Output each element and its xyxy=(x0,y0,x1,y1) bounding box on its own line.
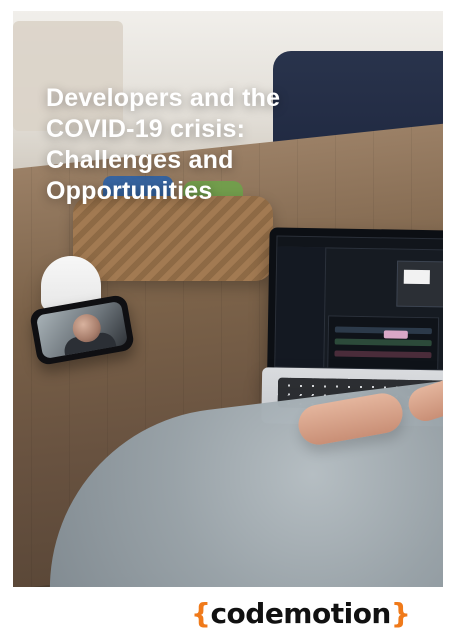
cover-image: Developers and the COVID-19 crisis: Chal… xyxy=(13,11,443,587)
phone-screen xyxy=(35,300,129,360)
cover-title-line-4: Opportunities xyxy=(46,177,213,205)
logo-wordmark: codemotion xyxy=(210,596,391,630)
editor-preview-box xyxy=(403,269,430,285)
cover-title-line-2: COVID-19 crisis: xyxy=(46,115,246,143)
timeline-track xyxy=(334,350,432,359)
cover-title-line-1: Developers and the xyxy=(46,84,281,112)
wicker-basket xyxy=(73,196,273,281)
editor-timeline xyxy=(327,315,440,371)
laptop-screen xyxy=(274,235,443,371)
timeline-track xyxy=(334,338,432,347)
logo-left-brace: { xyxy=(191,596,211,630)
cover-title: Developers and the COVID-19 crisis: Chal… xyxy=(46,83,406,207)
editor-preview xyxy=(396,260,443,308)
codemotion-logo: { codemotion } xyxy=(191,596,411,630)
timeline-clip xyxy=(383,330,408,339)
editor-left-panel xyxy=(275,246,327,368)
laptop-lid xyxy=(267,227,443,381)
logo-right-brace: } xyxy=(390,596,411,630)
cover-title-line-3: Challenges and xyxy=(46,146,234,174)
